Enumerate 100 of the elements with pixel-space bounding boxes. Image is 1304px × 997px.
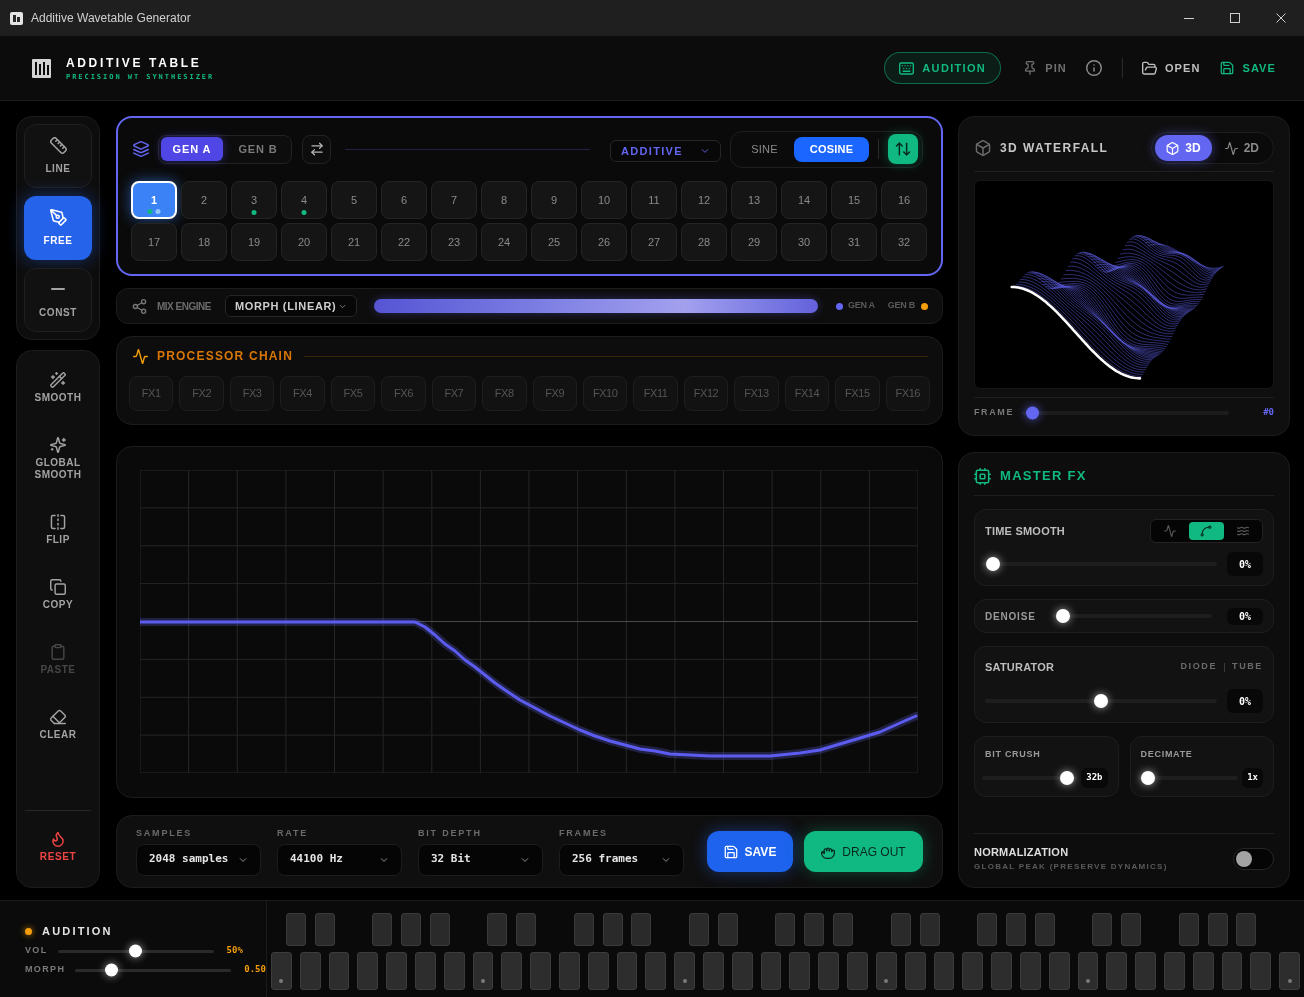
swap-button[interactable] [302,134,331,164]
piano-key[interactable] [1279,952,1300,990]
piano-key[interactable] [1092,913,1113,946]
harmonic-button[interactable]: 28 [681,223,727,261]
harmonic-button[interactable]: 12 [681,181,727,219]
harmonic-button[interactable]: 32 [881,223,927,261]
piano-key[interactable] [689,913,710,946]
draw-mode-button[interactable]: LINE [24,124,92,188]
harmonic-button[interactable]: 3 [231,181,277,219]
piano-key[interactable] [703,952,724,990]
pin-button[interactable]: PIN [1023,59,1067,77]
piano-key[interactable] [472,952,494,990]
harmonic-button[interactable]: 1 [131,181,177,219]
harmonic-button[interactable]: 7 [431,181,477,219]
slider-thumb[interactable] [129,944,143,958]
piano-key[interactable] [890,913,911,946]
harmonic-button[interactable]: 4 [281,181,327,219]
synthesis-mode-select[interactable]: ADDITIVE [610,140,721,162]
piano-key[interactable] [919,913,940,946]
wave-shape-button[interactable]: SINE [735,136,794,162]
piano-key[interactable] [631,913,652,946]
harmonic-button[interactable]: 31 [831,223,877,261]
harmonic-button[interactable]: 8 [481,181,527,219]
piano-key[interactable] [674,952,696,990]
harmonic-button[interactable]: 17 [131,223,177,261]
piano-key[interactable] [731,952,753,990]
save-button[interactable]: SAVE [1220,59,1276,77]
waveform-curve[interactable] [140,618,918,760]
piano-key[interactable] [328,952,350,990]
wave-shape-button[interactable]: COSINE [794,136,869,162]
generator-tab[interactable]: GEN A [161,137,223,161]
harmonic-button[interactable]: 29 [731,223,777,261]
harmonic-button[interactable]: 9 [531,181,577,219]
piano-key[interactable] [386,952,407,990]
harmonic-button[interactable]: 5 [331,181,377,219]
generator-tab[interactable]: GEN B [227,137,289,161]
piano-key[interactable] [789,952,811,990]
piano-key[interactable] [501,952,523,990]
harmonic-button[interactable]: 24 [481,223,527,261]
piano-key[interactable] [299,952,321,990]
info-button[interactable] [1085,60,1102,76]
piano-key[interactable] [271,952,292,990]
piano-key[interactable] [487,913,508,946]
reset-button[interactable]: RESET [24,825,92,869]
piano-key[interactable] [804,913,825,946]
piano-key[interactable] [357,952,379,990]
piano-key[interactable] [1192,952,1214,990]
piano-key[interactable] [559,952,580,990]
piano-key[interactable] [530,952,552,990]
harmonic-button[interactable]: 30 [781,223,827,261]
piano-key[interactable] [401,913,421,946]
tool-button[interactable]: SMOOTH [24,366,92,410]
piano-key[interactable] [1019,952,1041,990]
harmonic-button[interactable]: 6 [381,181,427,219]
harmonic-button[interactable]: 14 [781,181,827,219]
slider-thumb[interactable] [1059,771,1074,785]
harmonic-button[interactable]: 19 [231,223,277,261]
tool-button[interactable]: CLEAR [24,703,92,747]
piano-key[interactable] [847,952,868,990]
slider-thumb[interactable] [104,963,118,977]
piano-key[interactable] [1250,952,1272,990]
piano-key[interactable] [1005,913,1026,946]
slider-thumb[interactable] [1094,694,1108,708]
piano-key[interactable] [1178,913,1199,946]
open-button[interactable]: OPEN [1141,59,1201,77]
harmonic-button[interactable]: 27 [631,223,677,261]
dropdown[interactable]: 44100 Hz [277,843,402,876]
piano-key[interactable] [717,913,738,946]
piano-key[interactable] [760,952,782,990]
mix-mode-select[interactable]: MORPH (LINEAR) [224,295,357,317]
piano-key[interactable] [977,913,998,946]
dropdown[interactable]: 256 frames [559,843,684,876]
piano-key[interactable] [573,913,594,946]
harmonic-button[interactable]: 11 [631,181,677,219]
piano-key[interactable] [1221,952,1243,990]
piano-key[interactable] [875,952,897,990]
harmonic-button[interactable]: 21 [331,223,377,261]
piano-key[interactable] [645,952,667,990]
smoothing-mode-button[interactable] [1189,522,1224,540]
draw-mode-button[interactable]: FREE [24,196,92,260]
harmonic-button[interactable]: 10 [581,181,627,219]
view-toggle-button[interactable]: 3D [1155,135,1212,161]
piano-key[interactable] [933,952,955,990]
piano-key[interactable] [833,913,854,946]
dropdown[interactable]: 2048 samples [136,843,261,876]
harmonic-button[interactable]: 18 [181,223,227,261]
piano-key[interactable] [962,952,984,990]
harmonic-button[interactable]: 15 [831,181,877,219]
piano-key[interactable] [429,913,450,946]
piano-key[interactable] [285,913,306,946]
slider-thumb[interactable] [1140,771,1155,785]
invert-button[interactable] [888,134,918,164]
slider-thumb[interactable] [1025,406,1039,420]
harmonic-button[interactable]: 13 [731,181,777,219]
piano-key[interactable] [616,952,638,990]
toggle-switch[interactable] [1233,848,1274,870]
harmonic-button[interactable]: 20 [281,223,327,261]
saturator-type[interactable]: DIODE [1180,660,1217,674]
piano-key[interactable] [775,913,796,946]
tool-button[interactable]: GLOBAL SMOOTH [24,431,92,487]
